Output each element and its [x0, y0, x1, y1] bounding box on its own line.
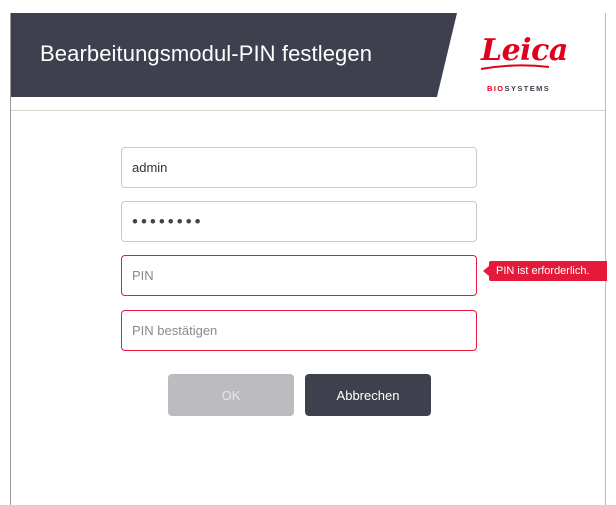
header-divider [11, 110, 605, 111]
pin-confirm-input[interactable] [121, 310, 477, 351]
logo-swoosh-icon [480, 64, 550, 70]
ok-button[interactable]: OK [168, 374, 294, 416]
logo-sub-systems: SYSTEMS [504, 84, 551, 93]
password-field[interactable]: •••••••• [121, 201, 477, 242]
logo-sub-bio: BIO [487, 84, 505, 93]
logo-subtitle: BIOSYSTEMS [487, 84, 550, 93]
pin-input[interactable] [121, 255, 477, 296]
cancel-button[interactable]: Abbrechen [305, 374, 431, 416]
dialog-title: Bearbeitungsmodul-PIN festlegen [40, 41, 373, 66]
leica-biosystems-logo: Leica BIOSYSTEMS [477, 27, 568, 93]
username-field[interactable] [121, 147, 477, 188]
pin-error-tooltip: PIN ist erforderlich. [489, 261, 607, 281]
